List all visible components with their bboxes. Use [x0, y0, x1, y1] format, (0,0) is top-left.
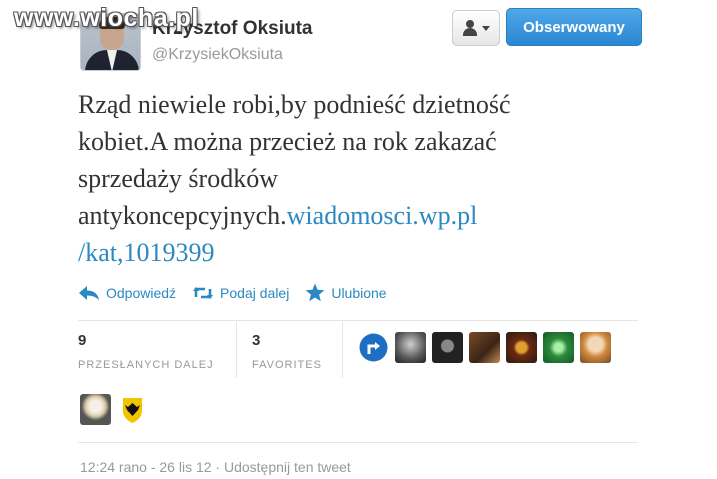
retweet-stat-label: PRZESŁANYCH DALEJ	[78, 359, 214, 371]
avatar[interactable]	[580, 332, 611, 363]
stat-separator	[342, 322, 343, 378]
retweet-label: Podaj dalej	[220, 284, 290, 301]
avatar[interactable]	[80, 394, 111, 425]
tweet-actions: Odpowiedź Podaj dalej Ulubione	[78, 283, 387, 302]
person-icon	[462, 20, 478, 36]
watermark: www.wiocha.pl	[14, 4, 199, 32]
star-icon	[305, 283, 325, 302]
avatar[interactable]	[117, 394, 148, 425]
retweet-stat[interactable]: 9 PRZESŁANYCH DALEJ	[78, 332, 214, 371]
user-handle[interactable]: @KrzysiekOksiuta	[152, 46, 283, 64]
tweet-text: Rząd niewiele robi,by podnieść dzietność…	[78, 86, 598, 271]
divider	[78, 320, 638, 321]
avatar[interactable]	[506, 332, 537, 363]
divider	[78, 442, 638, 443]
avatar[interactable]	[432, 332, 463, 363]
favorite-label: Ulubione	[331, 284, 387, 301]
favorites-count: 3	[252, 332, 261, 349]
favorite-button[interactable]: Ulubione	[305, 283, 387, 302]
avatar[interactable]	[469, 332, 500, 363]
reply-icon	[79, 285, 99, 300]
avatar[interactable]	[543, 332, 574, 363]
reply-button[interactable]: Odpowiedź	[78, 285, 176, 301]
reply-label: Odpowiedź	[106, 284, 177, 301]
retweet-icon	[193, 286, 214, 299]
user-avatars-row-2	[80, 394, 148, 425]
favorites-stat[interactable]: 3 FAVORITES	[252, 332, 322, 371]
stat-separator	[236, 322, 237, 378]
follow-button[interactable]: Obserwowany	[506, 8, 642, 46]
user-avatars	[358, 332, 611, 363]
avatar[interactable]	[358, 332, 389, 363]
user-actions-button[interactable]	[452, 10, 500, 46]
tweet-meta: 12:24 rano - 26 lis 12 · Udostępnij ten …	[80, 459, 351, 475]
retweet-button[interactable]: Podaj dalej	[192, 285, 289, 301]
favorites-stat-label: FAVORITES	[252, 359, 322, 371]
avatar[interactable]	[395, 332, 426, 363]
retweet-count: 9	[78, 332, 87, 349]
caret-down-icon	[482, 25, 490, 31]
